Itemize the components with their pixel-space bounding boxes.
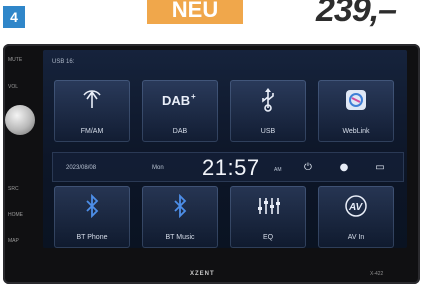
tile-label: DAB <box>172 128 188 135</box>
settings-icon[interactable]: ● <box>338 161 350 173</box>
status-bar: USB 16: <box>52 59 75 65</box>
tile-label: AV In <box>347 234 365 241</box>
tile-bt-phone[interactable]: BT Phone <box>54 186 130 248</box>
brand-logo: XZENT <box>190 271 215 277</box>
svg-text:+: + <box>191 92 196 101</box>
side-label-mute[interactable]: MUTE <box>8 57 22 63</box>
tile-label: BT Music <box>165 234 195 241</box>
bluetooth-icon <box>54 194 130 218</box>
tile-usb[interactable]: USB <box>230 80 306 142</box>
clock-ampm: AM <box>274 167 282 173</box>
tile-dab[interactable]: DAB + DAB <box>142 80 218 142</box>
badge-new: NEU <box>147 0 243 24</box>
svg-text:AV: AV <box>348 202 363 213</box>
tile-fm-am[interactable]: FM/AM <box>54 80 130 142</box>
side-label-vol[interactable]: VOL <box>8 84 18 90</box>
tile-label: WebLink <box>342 128 370 135</box>
clock-bar: 2023/08/08 Mon 21:57 AM ⏻ ● ▭ <box>52 152 404 182</box>
tile-label: FM/AM <box>80 128 104 135</box>
av-in-icon: AV <box>318 194 394 218</box>
tile-bt-music[interactable]: BT Music <box>142 186 218 248</box>
screen-off-icon[interactable]: ▭ <box>372 161 388 173</box>
tile-label: BT Phone <box>76 234 108 241</box>
side-label-map[interactable]: MAP <box>8 238 19 244</box>
date-text: 2023/08/08 <box>66 165 97 171</box>
tile-label: EQ <box>262 234 274 241</box>
radio-antenna-icon <box>54 88 130 112</box>
side-label-home[interactable]: HOME <box>8 212 23 218</box>
tile-weblink[interactable]: WebLink <box>318 80 394 142</box>
side-label-src[interactable]: SRC <box>8 186 19 192</box>
bluetooth-music-icon <box>142 194 218 218</box>
day-text: Mon <box>152 165 164 171</box>
dab-plus-icon: DAB + <box>142 88 218 112</box>
equalizer-icon <box>230 194 306 218</box>
usb-icon <box>230 88 306 112</box>
svg-text:DAB: DAB <box>162 93 190 108</box>
tile-eq[interactable]: EQ <box>230 186 306 248</box>
volume-knob[interactable] <box>5 105 35 135</box>
power-icon[interactable]: ⏻ <box>302 161 314 173</box>
model-label: X-422 <box>370 271 384 277</box>
price: 239,– <box>316 0 397 29</box>
clock-time: 21:57 <box>202 155 260 180</box>
tile-label: USB <box>260 128 276 135</box>
tile-av-in[interactable]: AV AV In <box>318 186 394 248</box>
weblink-icon <box>318 88 394 112</box>
badge-number: 4 <box>3 6 25 28</box>
